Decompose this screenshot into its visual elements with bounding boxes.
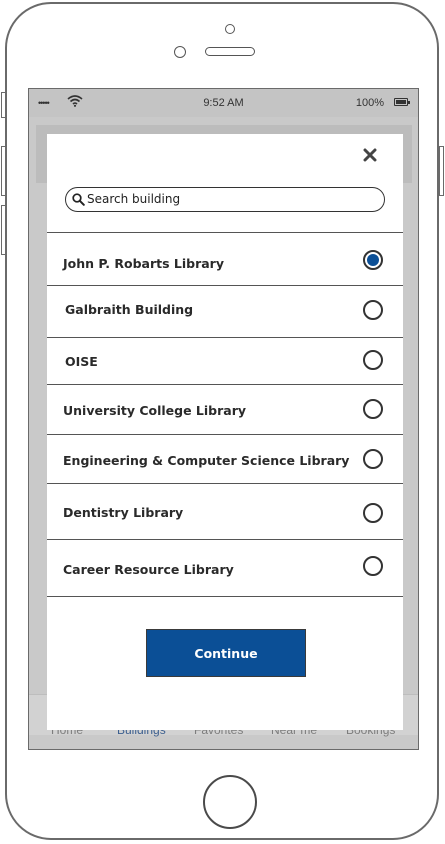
proximity-sensor xyxy=(225,24,235,34)
earpiece-speaker xyxy=(205,47,255,56)
building-item-galbraith[interactable]: Galbraith Building xyxy=(47,285,403,337)
building-select-modal: John P. Robarts Library Galbraith Buildi… xyxy=(47,134,403,730)
building-item-dentistry[interactable]: Dentistry Library xyxy=(47,483,403,539)
building-label: University College Library xyxy=(63,403,247,418)
search-box xyxy=(65,187,385,212)
power-button xyxy=(439,146,444,196)
stage: ••••• 9:52 AM 100% Home Buildings Favori… xyxy=(0,0,445,844)
building-item-robarts[interactable]: John P. Robarts Library xyxy=(47,232,403,285)
radio-button[interactable] xyxy=(363,350,383,370)
search-input[interactable] xyxy=(87,190,372,208)
building-label: Engineering & Computer Science Library xyxy=(63,453,350,468)
radio-button[interactable] xyxy=(363,399,383,419)
search-icon xyxy=(72,193,85,206)
building-item-oise[interactable]: OISE xyxy=(47,337,403,384)
building-item-engineering[interactable]: Engineering & Computer Science Library xyxy=(47,434,403,483)
building-list: John P. Robarts Library Galbraith Buildi… xyxy=(47,232,403,597)
building-item-career-resource[interactable]: Career Resource Library xyxy=(47,539,403,597)
battery-icon xyxy=(394,98,410,106)
building-label: Galbraith Building xyxy=(65,302,194,317)
home-button[interactable] xyxy=(203,775,257,829)
building-label: Dentistry Library xyxy=(63,505,184,520)
building-item-university-college[interactable]: University College Library xyxy=(47,384,403,434)
radio-button[interactable] xyxy=(363,449,383,469)
continue-button[interactable]: Continue xyxy=(146,629,306,677)
close-icon[interactable] xyxy=(363,148,377,162)
battery-percentage: 100% xyxy=(355,97,384,109)
status-bar: ••••• 9:52 AM 100% xyxy=(29,89,418,117)
building-label: OISE xyxy=(65,354,98,369)
radio-button-selected[interactable] xyxy=(363,250,383,270)
radio-button[interactable] xyxy=(363,300,383,320)
front-camera xyxy=(174,46,186,58)
building-label: John P. Robarts Library xyxy=(63,256,224,271)
radio-button[interactable] xyxy=(363,503,383,523)
building-label: Career Resource Library xyxy=(63,562,234,577)
radio-button[interactable] xyxy=(363,556,383,576)
